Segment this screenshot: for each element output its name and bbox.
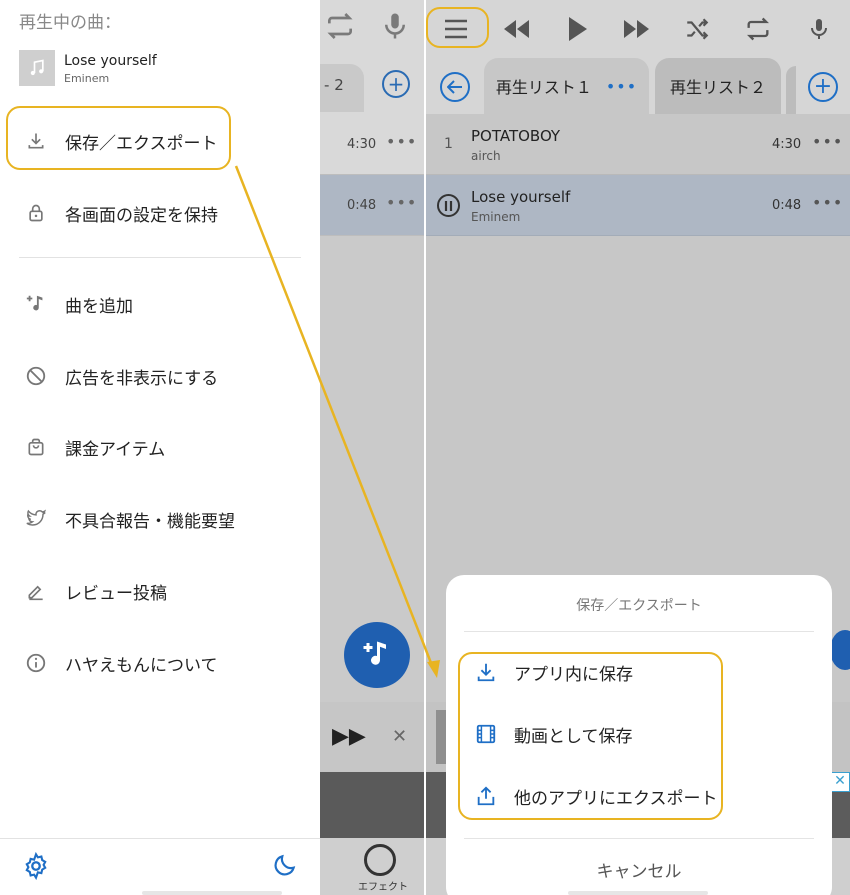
annotation-arrow <box>234 165 440 678</box>
